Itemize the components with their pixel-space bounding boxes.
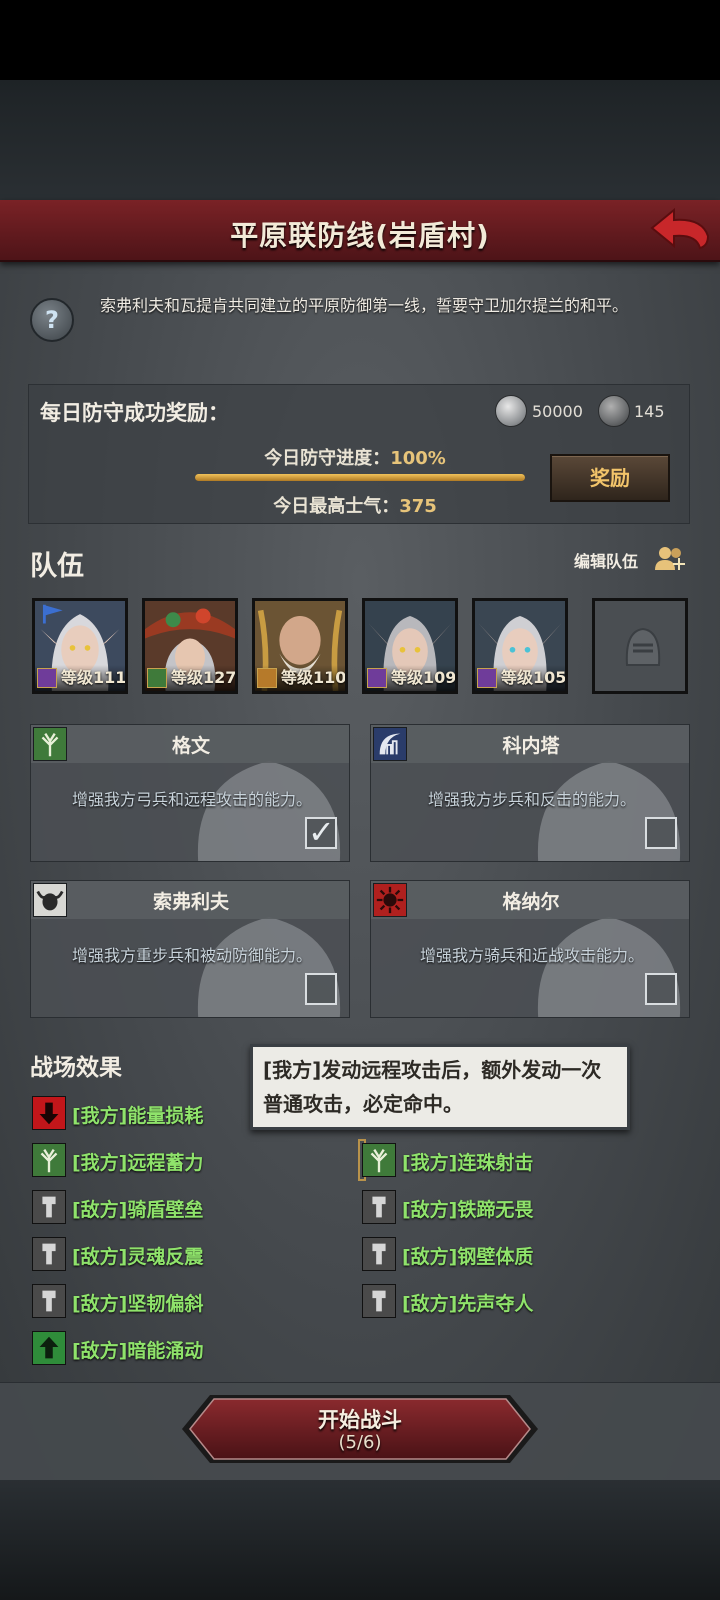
top-dark-band [0, 80, 720, 200]
page-title: 平原联防线(岩盾村) [230, 219, 490, 252]
hero-level-bar: 等级110 [255, 665, 345, 691]
help-icon[interactable]: ? [30, 298, 74, 342]
horned-skull-emblem-icon [33, 883, 67, 917]
defense-progress-fill [195, 474, 525, 481]
effect-label: [我方]连珠射击 [402, 1152, 534, 1174]
hero-slot-1[interactable]: 等级111 [32, 598, 128, 694]
claim-reward-button[interactable]: 奖励 [550, 454, 670, 502]
mage-class-icon [477, 668, 497, 688]
hero-level-bar: 等级111 [35, 665, 125, 691]
hero-slot-3[interactable]: 等级110 [252, 598, 348, 694]
max-morale-value: 375 [399, 496, 437, 517]
alliance-name: 科内塔 [502, 735, 560, 757]
red-down-arrow-icon [32, 1096, 66, 1130]
effect-label: [敌方]先声夺人 [402, 1293, 534, 1315]
back-arrow-icon[interactable] [648, 206, 712, 252]
gray-rune-icon [362, 1284, 396, 1318]
empty-helmet-icon [625, 627, 661, 666]
alliance-card-gewen: 格文 增强我方弓兵和远程攻击的能力。 [30, 724, 350, 862]
alliance-checkbox[interactable] [645, 973, 677, 1005]
defense-progress-label: 今日防守进度： [264, 448, 391, 469]
hero-level: 等级111 [61, 668, 127, 687]
green-up-arrow-icon [32, 1331, 66, 1365]
alliance-card-keneita: 科内塔 增强我方步兵和反击的能力。 [370, 724, 690, 862]
archer-class-icon [147, 668, 167, 688]
silver-amount: 50000 [532, 402, 583, 421]
silver-coin-icon [495, 395, 527, 427]
hero-slot-4[interactable]: 等级109 [362, 598, 458, 694]
heavy-class-icon [257, 668, 277, 688]
max-morale: 今日最高士气：375 [190, 492, 520, 518]
mage-class-icon [367, 668, 387, 688]
tree-effect-icon [362, 1143, 396, 1177]
mage-class-icon [37, 668, 57, 688]
gray-rune-icon [362, 1190, 396, 1224]
effect-label: [敌方]暗能涌动 [72, 1340, 204, 1362]
edit-team-button[interactable]: 编辑队伍 [574, 548, 638, 572]
hero-level: 等级127 [171, 668, 237, 687]
stage-description: 索弗利夫和瓦提肯共同建立的平原防御第一线，誓要守卫加尔提兰的和平。 [99, 296, 628, 315]
alliance-desc: 增强我方骑兵和近战攻击能力。 [419, 946, 644, 965]
dark-coin-icon [598, 395, 630, 427]
start-battle-label: 开始战斗 [318, 1408, 402, 1432]
defense-progress: 今日防守进度：100% [190, 444, 520, 470]
gray-rune-icon [32, 1284, 66, 1318]
tree-emblem-icon [33, 727, 67, 761]
effect-label: [敌方]铁蹄无畏 [402, 1199, 534, 1221]
defense-progress-value: 100% [390, 448, 446, 469]
hero-level: 等级105 [501, 668, 567, 687]
bottom-dark-band [0, 1480, 720, 1600]
effect-label: [敌方]钢壁体质 [402, 1246, 534, 1268]
team-title: 队伍 [30, 551, 84, 582]
effect-label: [我方]远程蓄力 [72, 1152, 204, 1174]
hero-level-bar: 等级127 [145, 665, 235, 691]
dark-coin-amount: 145 [634, 402, 665, 421]
defense-progress-bar [195, 474, 525, 481]
effect-label: [我方]能量损耗 [72, 1105, 204, 1127]
alliance-desc: 增强我方弓兵和远程攻击的能力。 [71, 790, 312, 809]
alliance-card-genaer: 格纳尔 增强我方骑兵和近战攻击能力。 [370, 880, 690, 1018]
hero-level-bar: 等级109 [365, 665, 455, 691]
gray-rune-icon [362, 1237, 396, 1271]
gray-rune-icon [32, 1237, 66, 1271]
alliance-checkbox[interactable] [305, 973, 337, 1005]
effect-label: [敌方]灵魂反震 [72, 1246, 204, 1268]
effect-tooltip: [我方]发动远程攻击后，额外发动一次普通攻击，必定命中。 [250, 1044, 630, 1130]
red-sun-emblem-icon [373, 883, 407, 917]
hero-slot-empty[interactable] [592, 598, 688, 694]
tree-effect-icon [32, 1143, 66, 1177]
alliance-desc: 增强我方步兵和反击的能力。 [427, 790, 636, 809]
effect-label: [敌方]坚韧偏斜 [72, 1293, 204, 1315]
edit-team-icon[interactable] [654, 544, 688, 574]
alliance-name: 格文 [171, 735, 210, 757]
battlefield-effects-title: 战场效果 [30, 1055, 122, 1081]
alliance-card-suofulifu: 索弗利夫 增强我方重步兵和被动防御能力。 [30, 880, 350, 1018]
hero-level: 等级110 [281, 668, 347, 687]
alliance-checkbox[interactable] [305, 813, 337, 851]
hero-level-bar: 等级105 [475, 665, 565, 691]
hero-slot-5[interactable]: 等级105 [472, 598, 568, 694]
alliance-name: 索弗利夫 [152, 891, 229, 913]
alliance-name: 格纳尔 [502, 891, 560, 913]
start-battle-count: (5/6) [338, 1432, 382, 1453]
game-screen: 平原联防线(岩盾村) ? 索弗利夫和瓦提肯共同建立的平原防御第一线，誓要守卫加尔… [0, 0, 720, 1600]
max-morale-label: 今日最高士气： [273, 496, 400, 517]
alliance-checkbox[interactable] [645, 817, 677, 849]
castle-emblem-icon [373, 727, 407, 761]
gray-rune-icon [32, 1190, 66, 1224]
effect-label: [敌方]骑盾壁垒 [72, 1199, 204, 1221]
alliance-desc: 增强我方重步兵和被动防御能力。 [71, 946, 312, 965]
hero-slot-2[interactable]: 等级127 [142, 598, 238, 694]
hero-level: 等级109 [391, 668, 457, 687]
daily-reward-title: 每日防守成功奖励： [40, 401, 229, 425]
